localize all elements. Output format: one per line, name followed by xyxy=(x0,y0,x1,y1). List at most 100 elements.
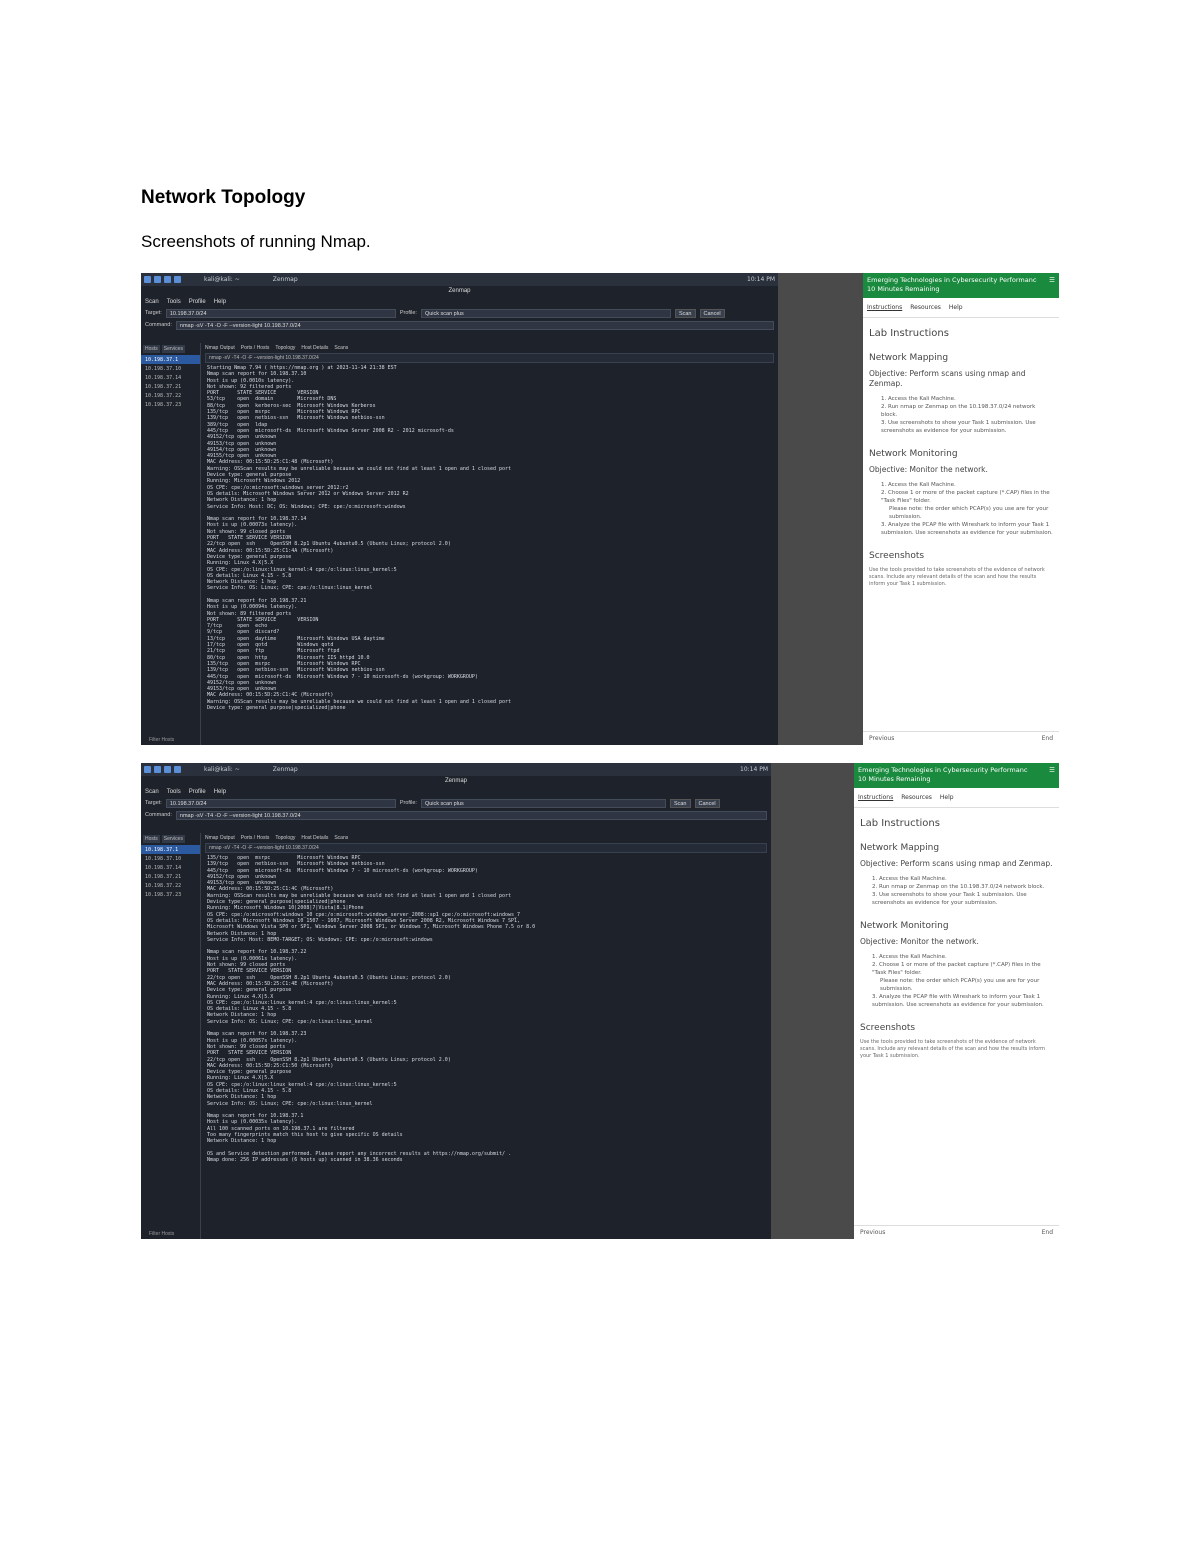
section-network-monitoring: Network Monitoring xyxy=(860,921,949,931)
output-tabs: Nmap Output Ports / Hosts Topology Host … xyxy=(201,833,771,843)
lab-timer: 10 Minutes Remaining xyxy=(867,285,940,293)
step-item: Please note: the order which PCAP(s) you… xyxy=(880,978,1040,992)
lab-header-title: Emerging Technologies in Cybersecurity P… xyxy=(867,276,1037,284)
step-item: 1. Access the Kali Machine. xyxy=(881,482,956,488)
caption-text: Screenshots of running Nmap. xyxy=(141,232,371,251)
tab-scans[interactable]: Scans xyxy=(334,835,348,841)
browser-icon[interactable] xyxy=(174,766,181,773)
taskbar-item-terminal[interactable]: kali@kali: ~ xyxy=(204,276,240,283)
host-item[interactable]: 10.198.37.14 xyxy=(141,863,200,872)
tab-help[interactable]: Help xyxy=(940,794,954,801)
tab-help[interactable]: Help xyxy=(949,304,963,311)
host-ip: 10.198.37.14 xyxy=(145,374,182,381)
tab-instructions[interactable]: Instructions xyxy=(867,304,902,311)
menu-scan[interactable]: Scan xyxy=(145,297,159,307)
tab-ports-hosts[interactable]: Ports / Hosts xyxy=(241,345,270,351)
host-item[interactable]: 10.198.37.22 xyxy=(141,391,200,400)
host-ip: 10.198.37.22 xyxy=(145,882,182,889)
host-ip: 10.198.37.21 xyxy=(145,383,182,390)
menu-tools[interactable]: Tools xyxy=(167,787,181,797)
terminal-icon[interactable] xyxy=(164,766,171,773)
command-input[interactable]: nmap -sV -T4 -O -F --version-light 10.19… xyxy=(175,810,767,820)
step-item: 2. Run nmap or Zenmap on the 10.198.37.0… xyxy=(881,404,1036,418)
menu-tools[interactable]: Tools xyxy=(167,297,181,307)
tab-topology[interactable]: Topology xyxy=(275,835,295,841)
host-item[interactable]: 10.198.37.23 xyxy=(141,890,200,899)
taskbar-item-zenmap[interactable]: Zenmap xyxy=(273,766,298,773)
previous-button[interactable]: Previous xyxy=(869,735,894,742)
host-item[interactable]: 10.198.37.22 xyxy=(141,881,200,890)
previous-button[interactable]: Previous xyxy=(860,1229,885,1236)
tab-nmap-output[interactable]: Nmap Output xyxy=(205,345,235,351)
tab-instructions[interactable]: Instructions xyxy=(858,794,893,801)
host-item[interactable]: 10.198.37.14 xyxy=(141,373,200,382)
step-item: 2. Choose 1 or more of the packet captur… xyxy=(872,962,1041,976)
tab-host-details[interactable]: Host Details xyxy=(301,835,328,841)
profile-select[interactable]: Quick scan plus xyxy=(420,798,666,808)
browser-icon[interactable] xyxy=(174,276,181,283)
host-item[interactable]: 10.198.37.1 xyxy=(141,845,200,854)
host-item[interactable]: 10.198.37.23 xyxy=(141,400,200,409)
menu-help[interactable]: Help xyxy=(214,297,226,307)
menu-scan[interactable]: Scan xyxy=(145,787,159,797)
end-button[interactable]: End xyxy=(1042,735,1053,742)
lab-instructions-panel: Emerging Technologies in Cybersecurity P… xyxy=(863,273,1059,745)
clock: 10:14 PM xyxy=(747,276,775,283)
target-input[interactable]: 10.198.37.0/24 xyxy=(165,308,396,318)
scan-button[interactable]: Scan xyxy=(674,308,696,318)
command-label: Command: xyxy=(145,322,172,328)
target-input[interactable]: 10.198.37.0/24 xyxy=(165,798,396,808)
menu-icon[interactable]: ☰ xyxy=(1049,276,1055,285)
screenshot-2: kali@kali: ~ Zenmap 10:14 PM Zenmap Scan… xyxy=(141,763,1059,1239)
tab-host-details[interactable]: Host Details xyxy=(301,345,328,351)
scan-selector[interactable]: nmap -sV -T4 -O -F --version-light 10.19… xyxy=(205,353,774,363)
menu-help[interactable]: Help xyxy=(214,787,226,797)
command-label: Command: xyxy=(145,812,172,818)
folder-icon[interactable] xyxy=(154,766,161,773)
screenshots-text: Use the tools provided to take screensho… xyxy=(860,1039,1046,1059)
command-input[interactable]: nmap -sV -T4 -O -F --version-light 10.19… xyxy=(175,320,774,330)
host-tabs: Hosts Services xyxy=(141,343,200,355)
kali-menu-icon[interactable] xyxy=(144,766,151,773)
tab-scans[interactable]: Scans xyxy=(334,345,348,351)
terminal-icon[interactable] xyxy=(164,276,171,283)
step-item: 3. Analyze the PCAP file with Wireshark … xyxy=(872,994,1044,1008)
tab-hosts[interactable]: Hosts xyxy=(143,345,160,353)
scan-selector[interactable]: nmap -sV -T4 -O -F --version-light 10.19… xyxy=(205,843,767,853)
output-pane: Nmap Output Ports / Hosts Topology Host … xyxy=(201,833,771,1239)
screenshots-text: Use the tools provided to take screensho… xyxy=(869,567,1045,587)
tab-topology[interactable]: Topology xyxy=(275,345,295,351)
taskbar-item-terminal[interactable]: kali@kali: ~ xyxy=(204,766,240,773)
menu-icon[interactable]: ☰ xyxy=(1049,766,1055,775)
filter-hosts-button[interactable]: Filter Hosts xyxy=(149,737,174,743)
steps-monitoring: 1. Access the Kali Machine. 2. Choose 1 … xyxy=(854,947,1059,1009)
step-item: Please note: the order which PCAP(s) you… xyxy=(889,506,1049,520)
kali-menu-icon[interactable] xyxy=(144,276,151,283)
host-item[interactable]: 10.198.37.21 xyxy=(141,382,200,391)
tab-nmap-output[interactable]: Nmap Output xyxy=(205,835,235,841)
filter-hosts-button[interactable]: Filter Hosts xyxy=(149,1231,174,1237)
menu-profile[interactable]: Profile xyxy=(189,787,206,797)
tab-services[interactable]: Services xyxy=(161,345,185,353)
profile-select[interactable]: Quick scan plus xyxy=(420,308,671,318)
host-item[interactable]: 10.198.37.10 xyxy=(141,854,200,863)
step-item: 1. Access the Kali Machine. xyxy=(872,876,947,882)
host-item[interactable]: 10.198.37.10 xyxy=(141,364,200,373)
tab-resources[interactable]: Resources xyxy=(910,304,941,311)
scan-button[interactable]: Scan xyxy=(669,798,691,808)
desktop-gap xyxy=(778,273,863,745)
profile-label: Profile: xyxy=(399,310,417,316)
folder-icon[interactable] xyxy=(154,276,161,283)
cancel-button[interactable]: Cancel xyxy=(699,308,725,318)
host-item[interactable]: 10.198.37.21 xyxy=(141,872,200,881)
taskbar-item-zenmap[interactable]: Zenmap xyxy=(273,276,298,283)
cancel-button[interactable]: Cancel xyxy=(694,798,720,808)
host-item[interactable]: 10.198.37.1 xyxy=(141,355,200,364)
taskbar: kali@kali: ~ Zenmap 10:14 PM xyxy=(141,273,778,286)
tab-hosts[interactable]: Hosts xyxy=(143,835,160,843)
menu-profile[interactable]: Profile xyxy=(189,297,206,307)
tab-ports-hosts[interactable]: Ports / Hosts xyxy=(241,835,270,841)
tab-resources[interactable]: Resources xyxy=(901,794,932,801)
end-button[interactable]: End xyxy=(1042,1229,1053,1236)
tab-services[interactable]: Services xyxy=(161,835,185,843)
